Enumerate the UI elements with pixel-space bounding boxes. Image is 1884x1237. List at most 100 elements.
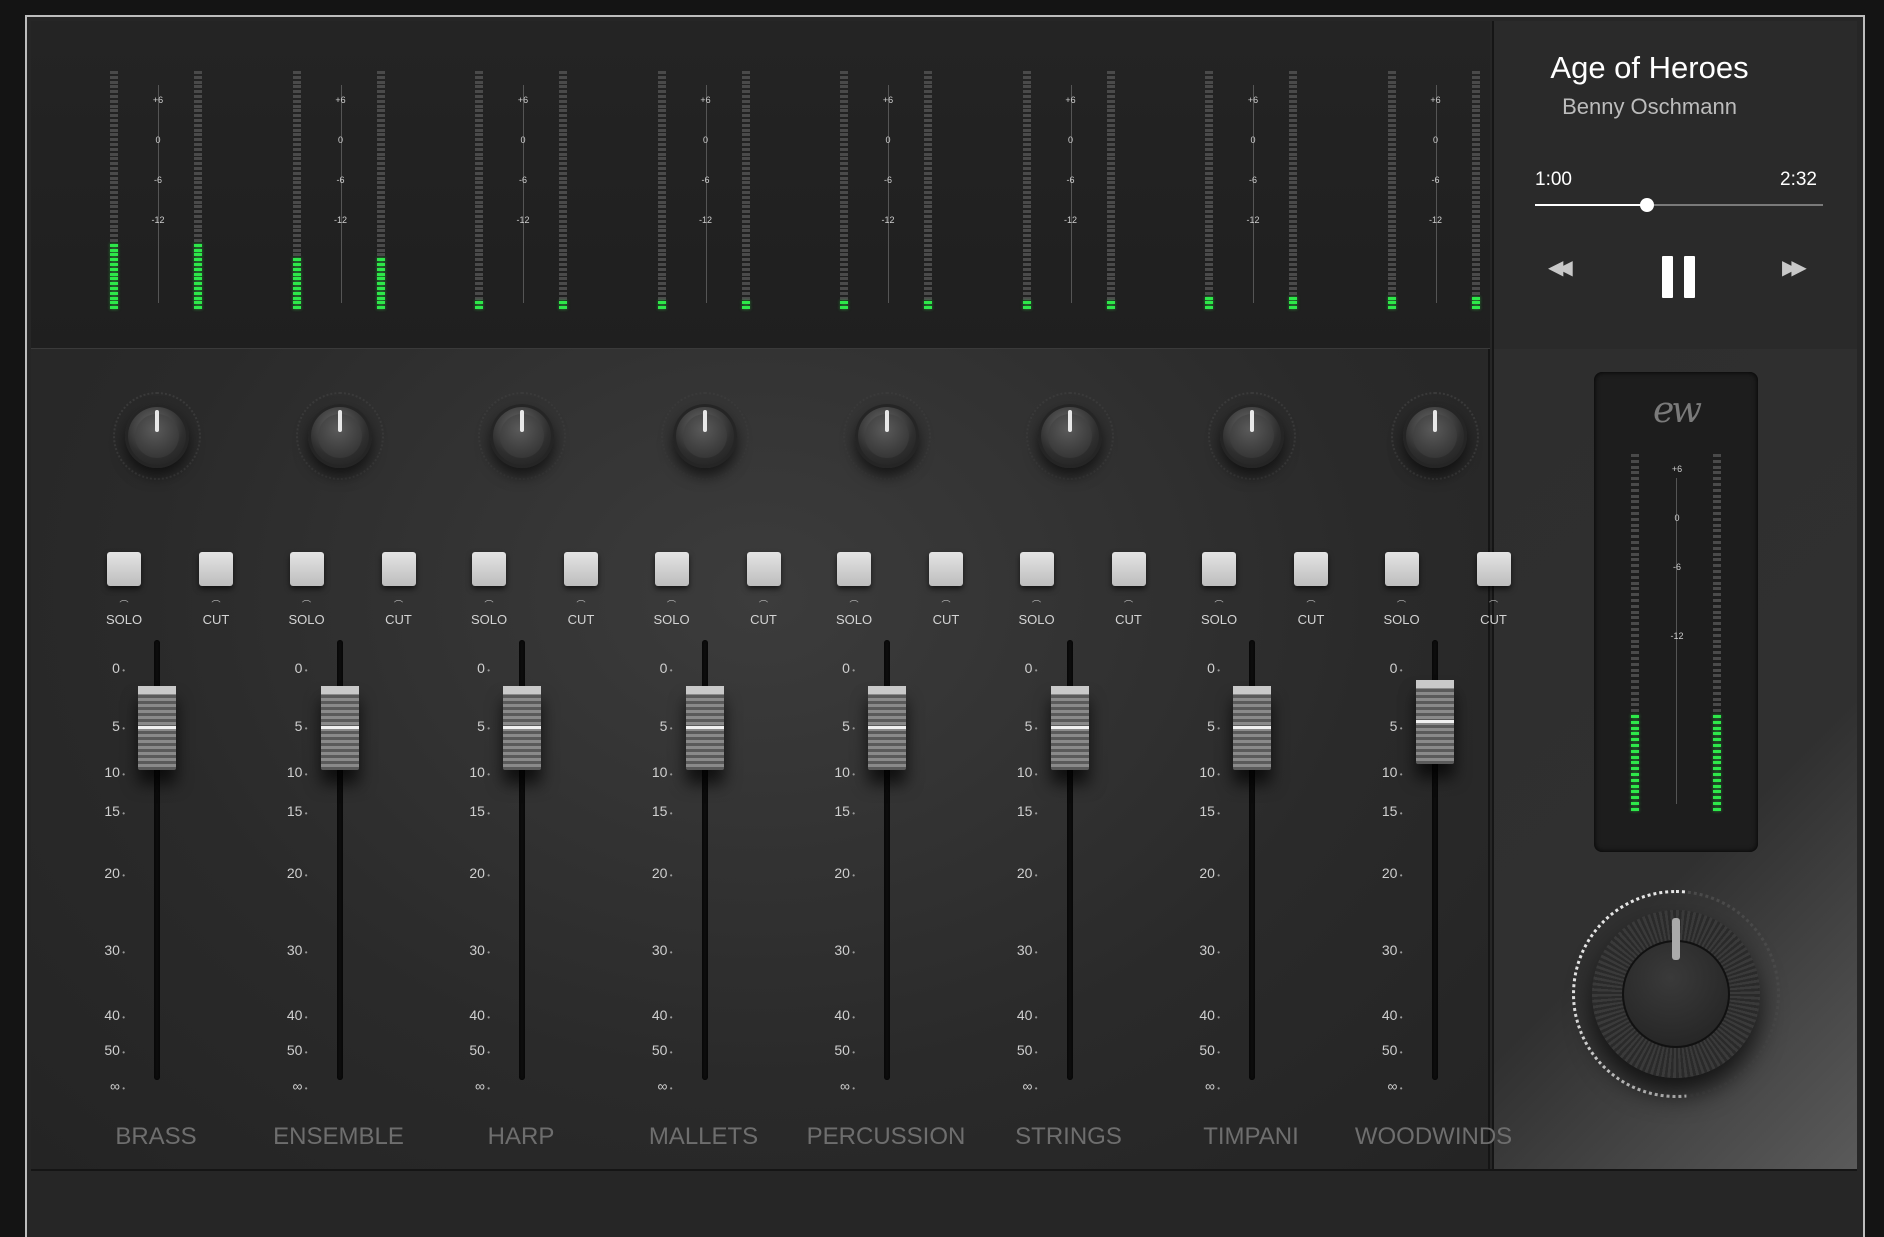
meter-segment (1713, 790, 1721, 794)
fader-cap[interactable] (320, 686, 359, 770)
meter-segment (1022, 152, 1031, 156)
fader-scale-label: ∞ • (815, 1078, 855, 1094)
rewind-button[interactable]: ◀◀ (1548, 255, 1573, 280)
pan-knob[interactable] (295, 392, 384, 480)
meter-segment (840, 104, 848, 108)
fader-cap[interactable] (868, 686, 906, 770)
fader-cap[interactable] (138, 686, 176, 770)
fader-cap[interactable] (1050, 686, 1089, 770)
fader-scale-value: 15 (286, 803, 303, 819)
solo-button[interactable] (107, 552, 141, 586)
meter-segment (1289, 282, 1297, 286)
progress-bar[interactable] (1535, 198, 1823, 212)
cut-button[interactable] (1111, 552, 1146, 586)
cut-button[interactable] (746, 552, 781, 586)
solo-button[interactable] (1202, 552, 1236, 586)
fader-scale-dot: • (849, 809, 855, 818)
fader-cap[interactable] (1415, 680, 1454, 765)
cut-button[interactable] (564, 552, 598, 586)
fader-scale-value: 0 (112, 660, 120, 676)
meter-segment (1387, 296, 1396, 300)
pan-knob[interactable] (1208, 392, 1296, 480)
cut-button[interactable] (929, 552, 963, 586)
meter-segment (1471, 248, 1480, 252)
meter-segment (1106, 200, 1115, 204)
meter-segment (1289, 287, 1297, 290)
fader-scale-dot: • (302, 871, 308, 880)
fader-cap-top (685, 686, 724, 694)
meter-segment (1471, 176, 1480, 180)
pan-knob[interactable] (843, 392, 931, 480)
meter-segment (194, 143, 202, 146)
meter-segment (840, 215, 848, 218)
meter-segment (1631, 726, 1639, 730)
fader-scale-value: 50 (1381, 1042, 1398, 1058)
meter-segment (1471, 210, 1480, 214)
knob-body (490, 404, 554, 468)
meter-segment (559, 123, 567, 127)
solo-button[interactable] (472, 552, 506, 586)
meter-segment (840, 296, 848, 300)
pan-knob[interactable] (660, 392, 749, 480)
meter-scale-label: 0 (1432, 135, 1438, 145)
cut-button[interactable] (1294, 552, 1328, 586)
fader-scale-label: 40 • (268, 1007, 308, 1023)
fader-scale-label: 10 • (998, 764, 1038, 780)
meter-right (376, 71, 385, 311)
fader-scale-label: 0 • (268, 660, 308, 676)
meter-segment (475, 248, 483, 252)
meter-segment (194, 133, 202, 137)
meter-scale-label: -6 (336, 175, 345, 185)
meter-segment (1289, 147, 1297, 151)
fast-forward-button[interactable]: ▶▶ (1782, 255, 1807, 280)
pan-knob[interactable] (113, 392, 201, 480)
fader-cap[interactable] (503, 686, 541, 770)
meter-segment (1713, 483, 1721, 486)
meter-segment (292, 258, 301, 262)
meter-segment (1106, 234, 1115, 238)
fader-scale-dot: • (119, 770, 125, 779)
meter-segment (1205, 143, 1213, 146)
fader-scale-value: ∞ (839, 1078, 850, 1094)
fader-scale-label: 15 • (1180, 803, 1220, 819)
pan-knob[interactable] (1390, 392, 1479, 480)
pan-knob[interactable] (478, 392, 566, 480)
fader-scale-label: 20 • (1180, 865, 1220, 881)
meter-segment (924, 119, 932, 122)
meter-segment (194, 229, 202, 233)
meter-segment (475, 205, 483, 209)
meter-segment (657, 215, 666, 218)
fader-cap-top (1233, 686, 1271, 694)
meter-segment (559, 85, 567, 89)
solo-button[interactable] (654, 552, 689, 586)
meter-segment (741, 210, 750, 214)
meter-scale-line (340, 85, 342, 303)
meter-segment (475, 80, 483, 84)
master-volume-knob[interactable] (1572, 890, 1780, 1098)
cut-button[interactable] (199, 552, 233, 586)
meter-segment (1022, 239, 1031, 242)
meter-segment (924, 143, 932, 146)
solo-button[interactable] (289, 552, 324, 586)
meter-segment (1022, 258, 1031, 262)
pan-knob[interactable] (1025, 392, 1114, 480)
cut-button[interactable] (1476, 552, 1511, 586)
solo-button[interactable] (1019, 552, 1054, 586)
meter-segment (1106, 152, 1115, 156)
meter-segment (1713, 738, 1721, 742)
meter-segment (924, 210, 932, 214)
fader-cap[interactable] (1233, 686, 1271, 770)
meter-segment (1631, 755, 1639, 759)
meter-segment (741, 90, 750, 94)
fader-scale-value: 5 (842, 718, 850, 734)
meter-segment (1387, 152, 1396, 156)
knob-body (1037, 404, 1102, 468)
meter-segment (1022, 75, 1031, 79)
fader-cap[interactable] (685, 686, 724, 770)
fader-scale-label: 30 • (1363, 942, 1403, 958)
cut-button[interactable] (381, 552, 416, 586)
meter-segment (559, 138, 567, 142)
solo-button[interactable] (837, 552, 871, 586)
solo-button[interactable] (1384, 552, 1419, 586)
pause-button[interactable] (1662, 256, 1696, 298)
